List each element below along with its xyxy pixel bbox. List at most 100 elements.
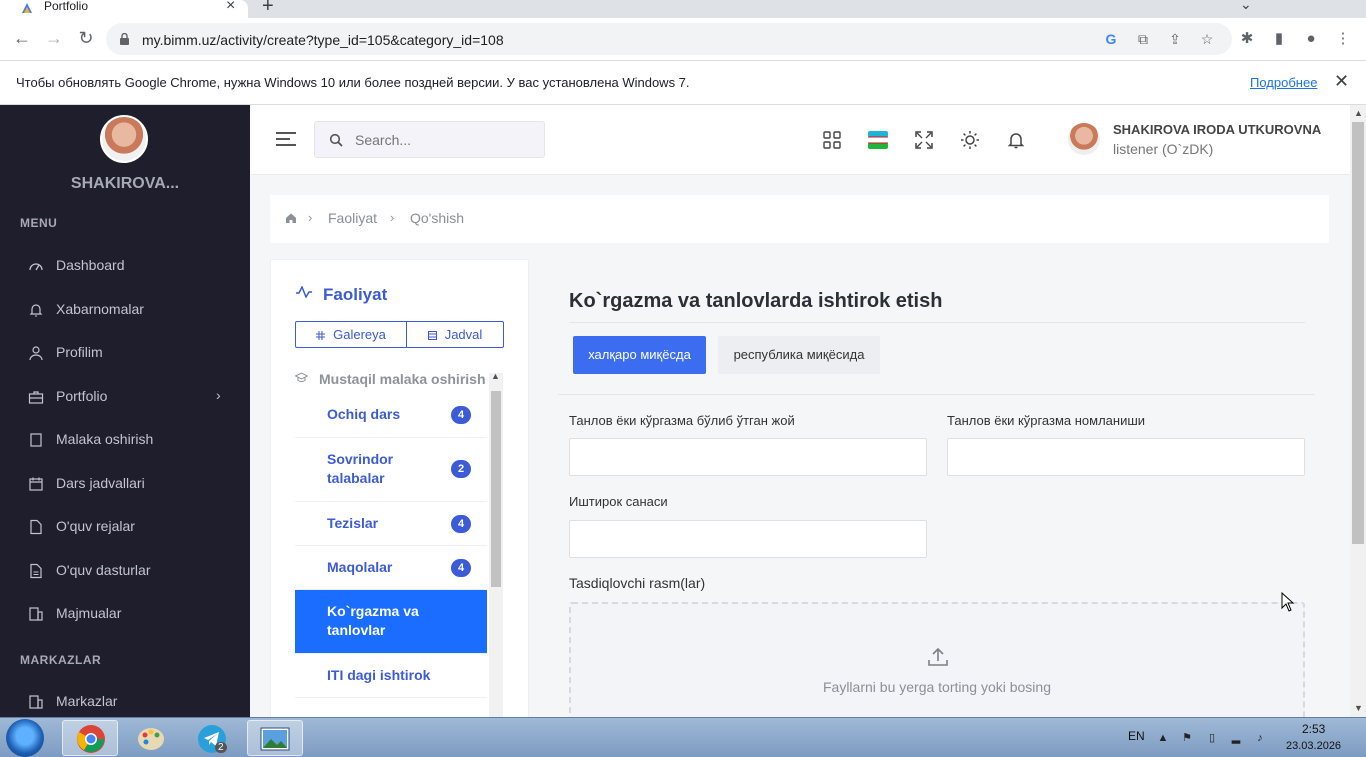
sidebar-avatar[interactable] xyxy=(100,115,148,163)
search-box[interactable] xyxy=(314,121,545,158)
bell-icon xyxy=(29,304,43,317)
list-item[interactable]: Sovrindor talabalar 2 xyxy=(295,438,487,502)
gallery-view-button[interactable]: Galereya xyxy=(296,322,407,347)
taskbar-telegram-button[interactable]: 2 xyxy=(185,720,241,756)
breadcrumb: › Faoliyat › Qo'shish xyxy=(270,195,1329,243)
sidebar-item-label: Majmualar xyxy=(56,605,122,621)
taskbar-chrome-button[interactable] xyxy=(62,720,118,756)
infobar-close-icon[interactable]: ✕ xyxy=(1334,71,1349,92)
sidebar-item-profile[interactable]: Profilim xyxy=(0,333,250,373)
clock-date[interactable]: 23.03.2026 xyxy=(1286,740,1341,752)
list-item[interactable]: Ochiq dars 4 xyxy=(295,393,487,438)
bookmark-star-icon[interactable]: ☆ xyxy=(1199,31,1215,47)
new-tab-icon[interactable]: + xyxy=(262,0,274,16)
back-icon[interactable]: ← xyxy=(10,26,34,50)
extensions-icon[interactable]: ✱ xyxy=(1238,30,1256,48)
profile-icon[interactable]: ● xyxy=(1302,30,1320,48)
sidebar-item-study-programs[interactable]: O'quv dasturlar xyxy=(0,551,250,591)
address-bar[interactable]: my.bimm.uz/activity/create?type_id=105&c… xyxy=(106,23,1232,55)
scrollbar-thumb[interactable] xyxy=(491,391,501,587)
browser-tab[interactable]: Portfolio × xyxy=(0,0,248,18)
action-center-flag-icon[interactable]: ⚑ xyxy=(1180,731,1194,745)
category-list-scrollbar[interactable]: ▲ xyxy=(489,371,503,717)
browser-toolbar: ← → ↻ my.bimm.uz/activity/create?type_id… xyxy=(0,18,1366,60)
sidebar-user-name: SHAKIROVA... xyxy=(70,175,180,192)
user-avatar[interactable] xyxy=(1068,123,1100,155)
taskbar-photo-viewer-button[interactable] xyxy=(247,720,303,756)
building-icon xyxy=(29,607,43,621)
apps-grid-icon[interactable] xyxy=(822,130,842,150)
google-icon[interactable]: G xyxy=(1103,31,1119,47)
windows-start-button[interactable] xyxy=(6,719,44,757)
scroll-up-arrow-icon[interactable]: ▲ xyxy=(491,371,500,381)
search-input[interactable] xyxy=(355,130,535,150)
centers-section-header: MARKAZLAR xyxy=(20,653,102,667)
keyboard-language-indicator[interactable]: EN xyxy=(1128,729,1145,743)
battery-icon[interactable]: ▯ xyxy=(1205,731,1219,745)
contest-name-label: Танлов ёки кўргазма номланиши xyxy=(947,413,1146,428)
category-group-header[interactable]: Mustaqil malaka oshirish xyxy=(295,363,487,393)
reload-icon[interactable]: ↻ xyxy=(74,26,98,50)
sidebar-item-training[interactable]: Malaka oshirish xyxy=(0,420,250,460)
forward-icon[interactable]: → xyxy=(42,26,66,50)
tab-search-chevron-icon[interactable]: ⌄ xyxy=(1240,0,1252,13)
clock-time[interactable]: 2:53 xyxy=(1302,722,1325,736)
scroll-up-arrow-icon[interactable]: ▲ xyxy=(1354,108,1363,118)
theme-sun-icon[interactable] xyxy=(960,130,980,150)
sidebar-item-centers[interactable]: Markazlar xyxy=(0,682,250,717)
page-scrollbar-thumb[interactable] xyxy=(1352,122,1364,544)
list-item-active[interactable]: Ko`rgazma va tanlovlar xyxy=(295,590,487,654)
sidebar-item-notifications[interactable]: Xabarnomalar xyxy=(0,290,250,330)
scope-republic-button[interactable]: республика миқёсида xyxy=(718,336,880,374)
file-dropzone[interactable]: Fayllarni bu yerga torting yoki bosing xyxy=(569,602,1305,717)
list-item-label: Sovrindor talabalar xyxy=(327,451,394,486)
fullscreen-icon[interactable] xyxy=(914,130,934,150)
venue-input[interactable] xyxy=(569,438,927,476)
sidebar: SHAKIROVA... MENU Dashboard Xabarnomalar… xyxy=(0,105,250,717)
sidebar-item-dashboard[interactable]: Dashboard xyxy=(0,246,250,286)
infobar-more-link[interactable]: Подробнее xyxy=(1250,75,1317,90)
list-item[interactable]: Maqolalar 4 xyxy=(295,546,487,590)
taskbar-paint-button[interactable] xyxy=(124,720,180,756)
sidebar-item-label: Malaka oshirish xyxy=(56,431,154,447)
list-item[interactable]: ITI dagi ishtirok xyxy=(295,654,487,698)
table-icon xyxy=(427,331,437,340)
breadcrumb-separator-icon: › xyxy=(308,210,313,225)
breadcrumb-item-add: Qo'shish xyxy=(410,210,465,226)
sidebar-item-schedules[interactable]: Dars jadvallari xyxy=(0,464,250,504)
list-item[interactable]: Tezislar 4 xyxy=(295,502,487,546)
scope-international-button[interactable]: халқаро миқёсда xyxy=(573,336,706,374)
uzbekistan-flag-icon[interactable] xyxy=(868,130,888,150)
sidebar-item-label: Dars jadvallari xyxy=(56,475,145,491)
notification-bell-icon[interactable] xyxy=(1006,130,1026,150)
tab-close-icon[interactable]: × xyxy=(226,0,235,15)
share-icon[interactable]: ⇪ xyxy=(1167,31,1183,47)
gallery-view-label: Galereya xyxy=(333,327,386,342)
network-signal-icon[interactable]: ▂ xyxy=(1229,731,1243,745)
translate-icon[interactable]: ⧉ xyxy=(1135,31,1151,47)
activity-category-panel: Faoliyat Galereya Jadval Mustaqil malaka… xyxy=(270,259,529,717)
paint-palette-icon xyxy=(138,728,164,750)
main-content: SHAKIROVA IRODA UTKUROVNA listener (O`zD… xyxy=(250,105,1350,717)
side-panel-icon[interactable]: ▮ xyxy=(1270,30,1288,48)
sidebar-item-label: Dashboard xyxy=(56,257,125,273)
sidebar-item-portfolio[interactable]: Portfolio › xyxy=(0,377,250,417)
scroll-down-arrow-icon[interactable]: ▼ xyxy=(1354,703,1363,713)
volume-icon[interactable]: ♪ xyxy=(1253,731,1267,745)
show-hidden-icons-icon[interactable]: ▲ xyxy=(1156,731,1170,745)
sidebar-item-study-plans[interactable]: O'quv rejalar xyxy=(0,507,250,547)
user-full-name[interactable]: SHAKIROVA IRODA UTKUROVNA xyxy=(1113,122,1321,137)
table-view-button[interactable]: Jadval xyxy=(407,322,503,347)
participation-date-input[interactable] xyxy=(569,520,927,558)
home-icon[interactable] xyxy=(285,212,297,224)
breadcrumb-item-activity[interactable]: Faoliyat xyxy=(328,210,377,226)
menu-kebab-icon[interactable]: ⋮ xyxy=(1334,30,1352,48)
list-item-label: Maqolalar xyxy=(327,559,393,575)
tab-title: Portfolio xyxy=(44,0,89,13)
dashboard-icon xyxy=(29,263,43,271)
hamburger-menu-icon[interactable] xyxy=(276,132,296,148)
sidebar-item-complexes[interactable]: Majmualar xyxy=(0,594,250,634)
contest-name-input[interactable] xyxy=(947,438,1305,476)
page-scrollbar[interactable]: ▲ ▼ xyxy=(1350,105,1366,717)
venue-label: Танлов ёки кўргазма бўлиб ўтган жой xyxy=(569,413,795,428)
